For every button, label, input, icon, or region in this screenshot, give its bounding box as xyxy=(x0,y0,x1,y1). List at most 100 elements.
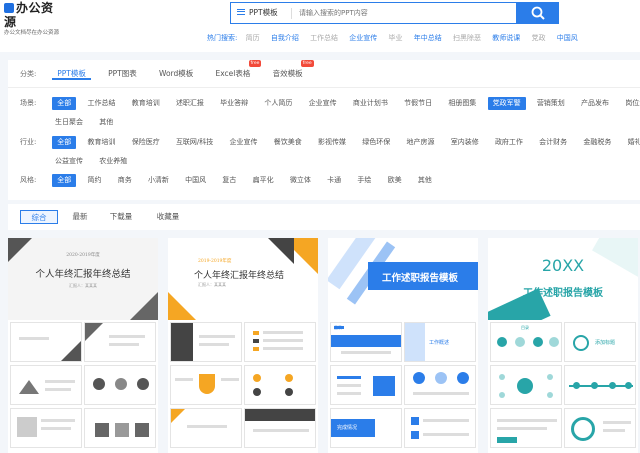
slide-thumbnail xyxy=(84,408,156,448)
industry-tag[interactable]: 教育培训 xyxy=(82,136,120,149)
industry-tag[interactable]: 影视传媒 xyxy=(313,136,351,149)
filter-divider xyxy=(8,87,640,88)
scene-tag[interactable]: 工作总结 xyxy=(82,97,120,110)
template-card[interactable]: 2019-2019年度 个人年终汇报年终总结 汇报人：某某某 xyxy=(168,238,318,453)
slide-thumbnail xyxy=(170,365,242,405)
style-tag[interactable]: 小清新 xyxy=(143,174,174,187)
style-tag[interactable]: 其他 xyxy=(413,174,437,187)
tab-word-template[interactable]: Word模板 xyxy=(154,67,198,80)
hot-search-link[interactable]: 教师说课 xyxy=(492,34,520,42)
template-card[interactable]: 20XX 工作述职报告模板 目录 添加标题 xyxy=(488,238,638,453)
style-tag[interactable]: 复古 xyxy=(217,174,241,187)
style-tag[interactable]: 微立体 xyxy=(285,174,316,187)
sort-downloads[interactable]: 下载量 xyxy=(106,210,136,224)
hot-search-link[interactable]: 企业宣传 xyxy=(349,34,377,42)
hot-search-link[interactable]: 工作总结 xyxy=(310,34,338,42)
industry-tag[interactable]: 保险医疗 xyxy=(127,136,165,149)
scene-tag[interactable]: 企业宣传 xyxy=(304,97,342,110)
scene-tag[interactable]: 教育培训 xyxy=(127,97,165,110)
scene-tag[interactable]: 相册图集 xyxy=(443,97,481,110)
template-grid: 2020-2019年度 个人年终汇报年终总结 汇报人：某某某 2019-2019… xyxy=(8,238,640,453)
hot-search-link[interactable]: 党政 xyxy=(531,34,545,42)
corner-shape xyxy=(268,238,294,264)
scene-tag[interactable]: 毕业答辩 xyxy=(215,97,253,110)
slide-thumbnail xyxy=(404,365,476,405)
search-type-label: PPT模板 xyxy=(249,8,278,17)
scene-tag[interactable]: 述职汇报 xyxy=(171,97,209,110)
style-tag[interactable]: 扁平化 xyxy=(248,174,279,187)
hot-search-link[interactable]: 中国风 xyxy=(557,34,578,42)
tab-excel[interactable]: Excel表格 free xyxy=(211,60,262,80)
hot-search-link[interactable]: 毕业 xyxy=(389,34,403,42)
hot-search-link[interactable]: 年中总结 xyxy=(414,34,442,42)
top-bar: 办公资源 办公文档尽在办公资源 PPT模板 热门搜索: 简历 自我介绍 工作总结… xyxy=(0,0,640,52)
cover-year: 2020-2019年度 xyxy=(66,253,100,258)
slide-thumbnail: 完成情况 xyxy=(330,408,402,448)
style-tag[interactable]: 简约 xyxy=(82,174,106,187)
tab-audio[interactable]: 音效模板 free xyxy=(268,60,314,80)
scene-tag[interactable]: 全部 xyxy=(52,97,77,110)
template-card[interactable]: 2020-2019年度 个人年终汇报年终总结 汇报人：某某某 xyxy=(8,238,158,453)
style-tag[interactable]: 商务 xyxy=(113,174,137,187)
free-badge: free xyxy=(248,60,262,67)
hot-search-link[interactable]: 扫黑除恶 xyxy=(453,34,481,42)
sort-favorites[interactable]: 收藏量 xyxy=(153,210,183,224)
style-label: 风格: xyxy=(20,176,37,184)
search-type-select[interactable]: PPT模板 xyxy=(237,7,278,18)
scene-tag[interactable]: 商业计划书 xyxy=(348,97,393,110)
industry-row: 行业: 全部 教育培训 保险医疗 互联网/科技 企业宣传 餐饮美食 影视传媒 绿… xyxy=(20,136,640,149)
search-button[interactable] xyxy=(516,2,559,24)
style-tag[interactable]: 全部 xyxy=(52,174,77,187)
thumb-label: 目录 xyxy=(334,325,342,330)
scene-tag[interactable]: 生日聚会 xyxy=(50,116,88,129)
template-card[interactable]: 工作述职报告模板 目录 工作概述 完成情况 xyxy=(328,238,478,453)
scene-tag[interactable]: 岗位竞聘 xyxy=(620,97,640,110)
sort-newest[interactable]: 最新 xyxy=(68,210,92,224)
industry-tag[interactable]: 金融税务 xyxy=(578,136,616,149)
industry-tag[interactable]: 农业养殖 xyxy=(94,155,132,168)
industry-tag[interactable]: 绿色环保 xyxy=(357,136,395,149)
slide-thumbnail: 目录 xyxy=(330,322,402,362)
slide-thumbnail xyxy=(490,365,562,405)
site-logo[interactable]: 办公资源 办公文档尽在办公资源 xyxy=(4,1,64,36)
industry-tag[interactable]: 地产房源 xyxy=(401,136,439,149)
hot-search-link[interactable]: 简历 xyxy=(246,34,260,42)
scene-tag[interactable]: 个人简历 xyxy=(259,97,297,110)
industry-tag[interactable]: 全部 xyxy=(52,136,77,149)
industry-tag[interactable]: 室内装修 xyxy=(446,136,484,149)
slide-thumbnail xyxy=(564,408,636,448)
sort-comprehensive[interactable]: 综合 xyxy=(20,210,58,224)
scene-tag[interactable]: 产品发布 xyxy=(576,97,614,110)
style-tag[interactable]: 卡通 xyxy=(322,174,346,187)
cover-subtitle: 汇报人：某某某 xyxy=(198,282,226,287)
style-tag[interactable]: 中国风 xyxy=(180,174,211,187)
search-input[interactable] xyxy=(299,6,509,20)
slide-thumbnail: 工作概述 xyxy=(404,322,476,362)
tab-ppt-template[interactable]: PPT模板 xyxy=(52,67,91,80)
industry-tag[interactable]: 婚礼策划 xyxy=(623,136,640,149)
style-tag[interactable]: 手绘 xyxy=(352,174,376,187)
menu-icon xyxy=(237,7,245,16)
industry-tag[interactable]: 互联网/科技 xyxy=(171,136,218,149)
slide-thumbnail xyxy=(330,365,402,405)
industry-row-2: 公益宣传 农业养殖 xyxy=(50,155,136,168)
industry-tag[interactable]: 会计财务 xyxy=(534,136,572,149)
scene-tag[interactable]: 党政军警 xyxy=(487,97,526,110)
cover-year: 20XX xyxy=(541,256,585,275)
scene-tag[interactable]: 营销策划 xyxy=(532,97,570,110)
industry-tag[interactable]: 公益宣传 xyxy=(50,155,88,168)
industry-tag[interactable]: 餐饮美食 xyxy=(269,136,307,149)
style-tag[interactable]: 欧美 xyxy=(383,174,407,187)
industry-tag[interactable]: 政府工作 xyxy=(490,136,528,149)
tab-excel-label: Excel表格 xyxy=(215,69,251,78)
template-cover: 工作述职报告模板 xyxy=(328,238,478,320)
tab-ppt-chart[interactable]: PPT图表 xyxy=(103,67,142,80)
slide-thumbnail xyxy=(170,322,242,362)
scene-tag[interactable]: 节假节日 xyxy=(399,97,437,110)
industry-tag[interactable]: 企业宣传 xyxy=(225,136,263,149)
hot-search-link[interactable]: 自我介绍 xyxy=(271,34,299,42)
template-cover: 20XX 工作述职报告模板 xyxy=(488,238,638,320)
scene-tag[interactable]: 其他 xyxy=(94,116,118,129)
slide-thumbnail xyxy=(244,365,316,405)
cover-title: 个人年终汇报年终总结 xyxy=(194,271,285,281)
